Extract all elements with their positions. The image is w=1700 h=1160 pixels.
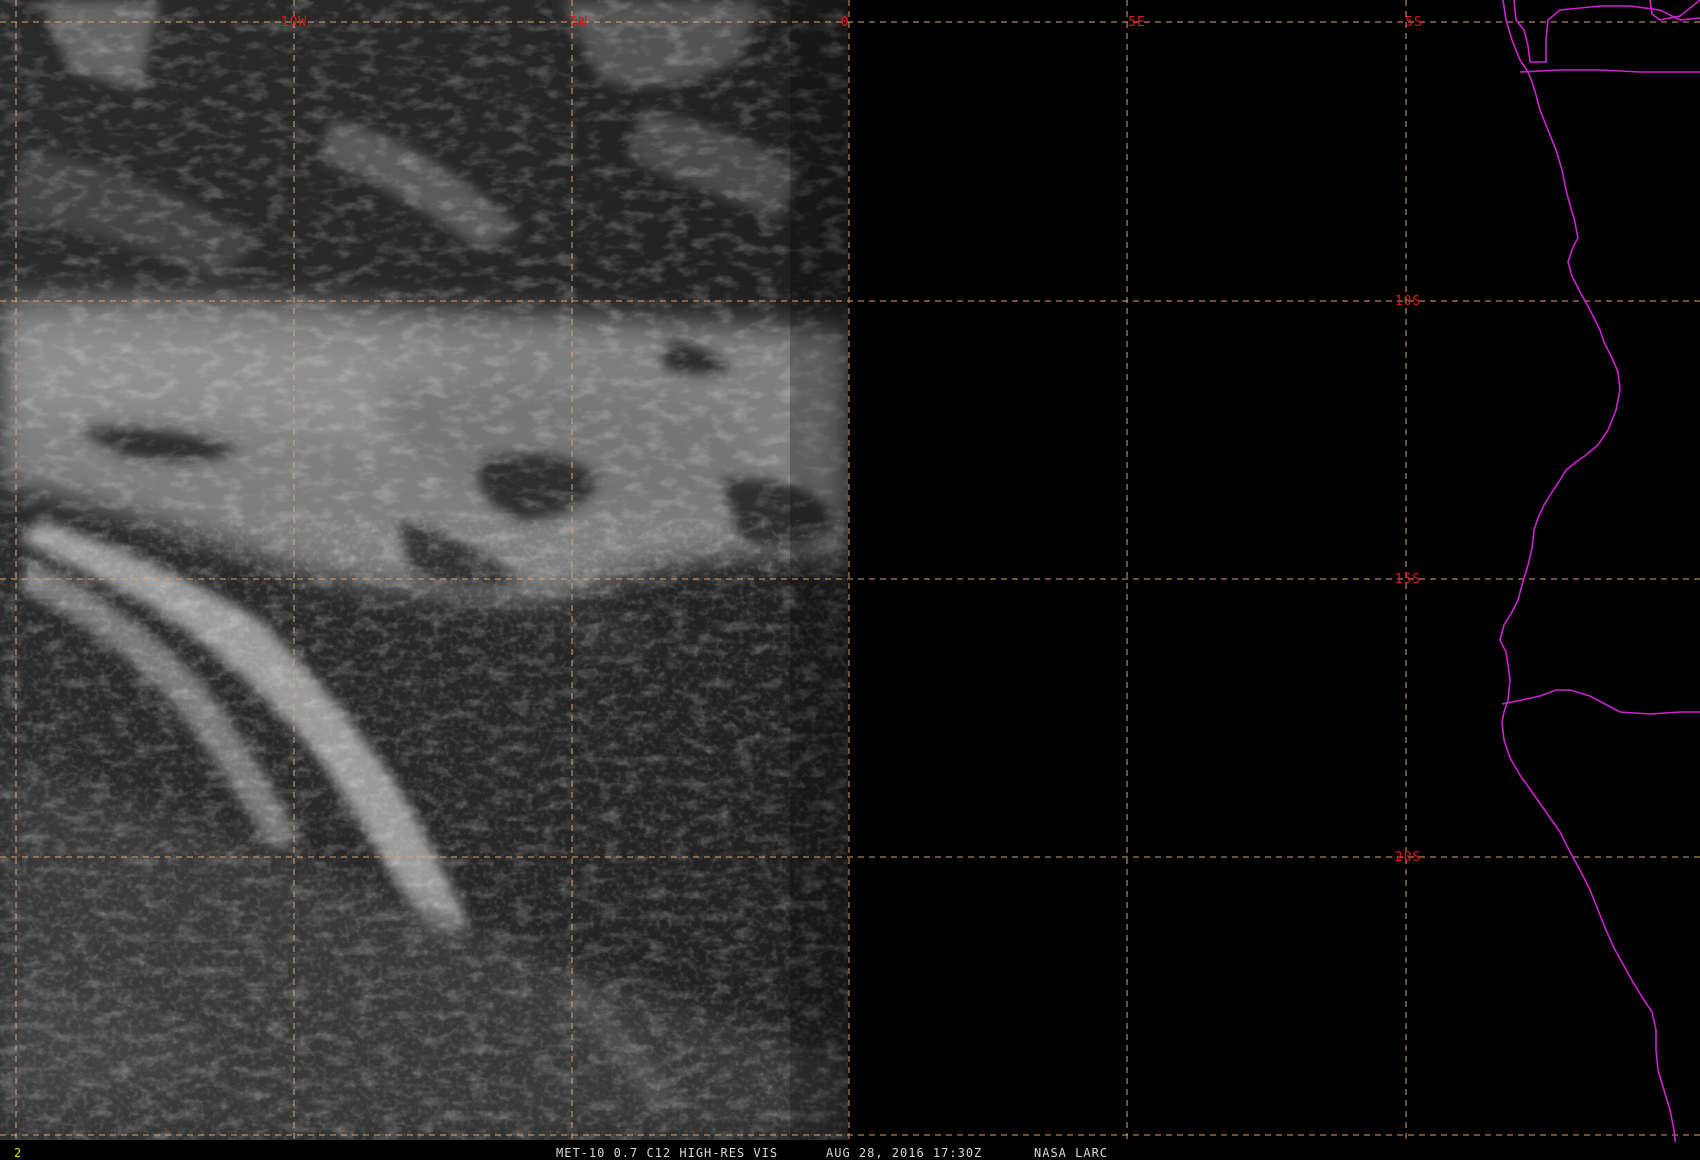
product-label: MET-10 0.7 C12 HIGH-RES VIS [556, 1146, 778, 1160]
africa-west-coast [1499, 0, 1677, 1149]
datetime-label: AUG 28, 2016 17:30Z [826, 1146, 982, 1160]
lon-label-10w: 10W [281, 15, 307, 30]
border-angola-namibia [1501, 689, 1700, 715]
lat-label-5s: 5S [1405, 15, 1423, 30]
lon-label-5e: 5E [1128, 15, 1146, 30]
source-label: NASA LARC [1034, 1146, 1108, 1160]
lat-label-15s: 15S [1395, 572, 1421, 587]
frame-number: 2 [14, 1146, 22, 1160]
lat-label-10s: 10S [1395, 294, 1421, 309]
lon-label-5w: 5W [570, 15, 588, 30]
satellite-imagery [0, 0, 848, 1140]
status-bar: 2 MET-10 0.7 C12 HIGH-RES VIS AUG 28, 20… [0, 1142, 1700, 1160]
lat-label-20s: 20S [1395, 850, 1421, 865]
border-angola-north [1519, 69, 1700, 73]
lon-label-0: 0 [841, 15, 850, 30]
satellite-map: 10W 5W 0 5E 5S 10S 15S 20S 2 MET-10 0.7 … [0, 0, 1700, 1160]
border-cabinda [1513, 0, 1700, 63]
coastline [1499, 0, 1700, 1149]
